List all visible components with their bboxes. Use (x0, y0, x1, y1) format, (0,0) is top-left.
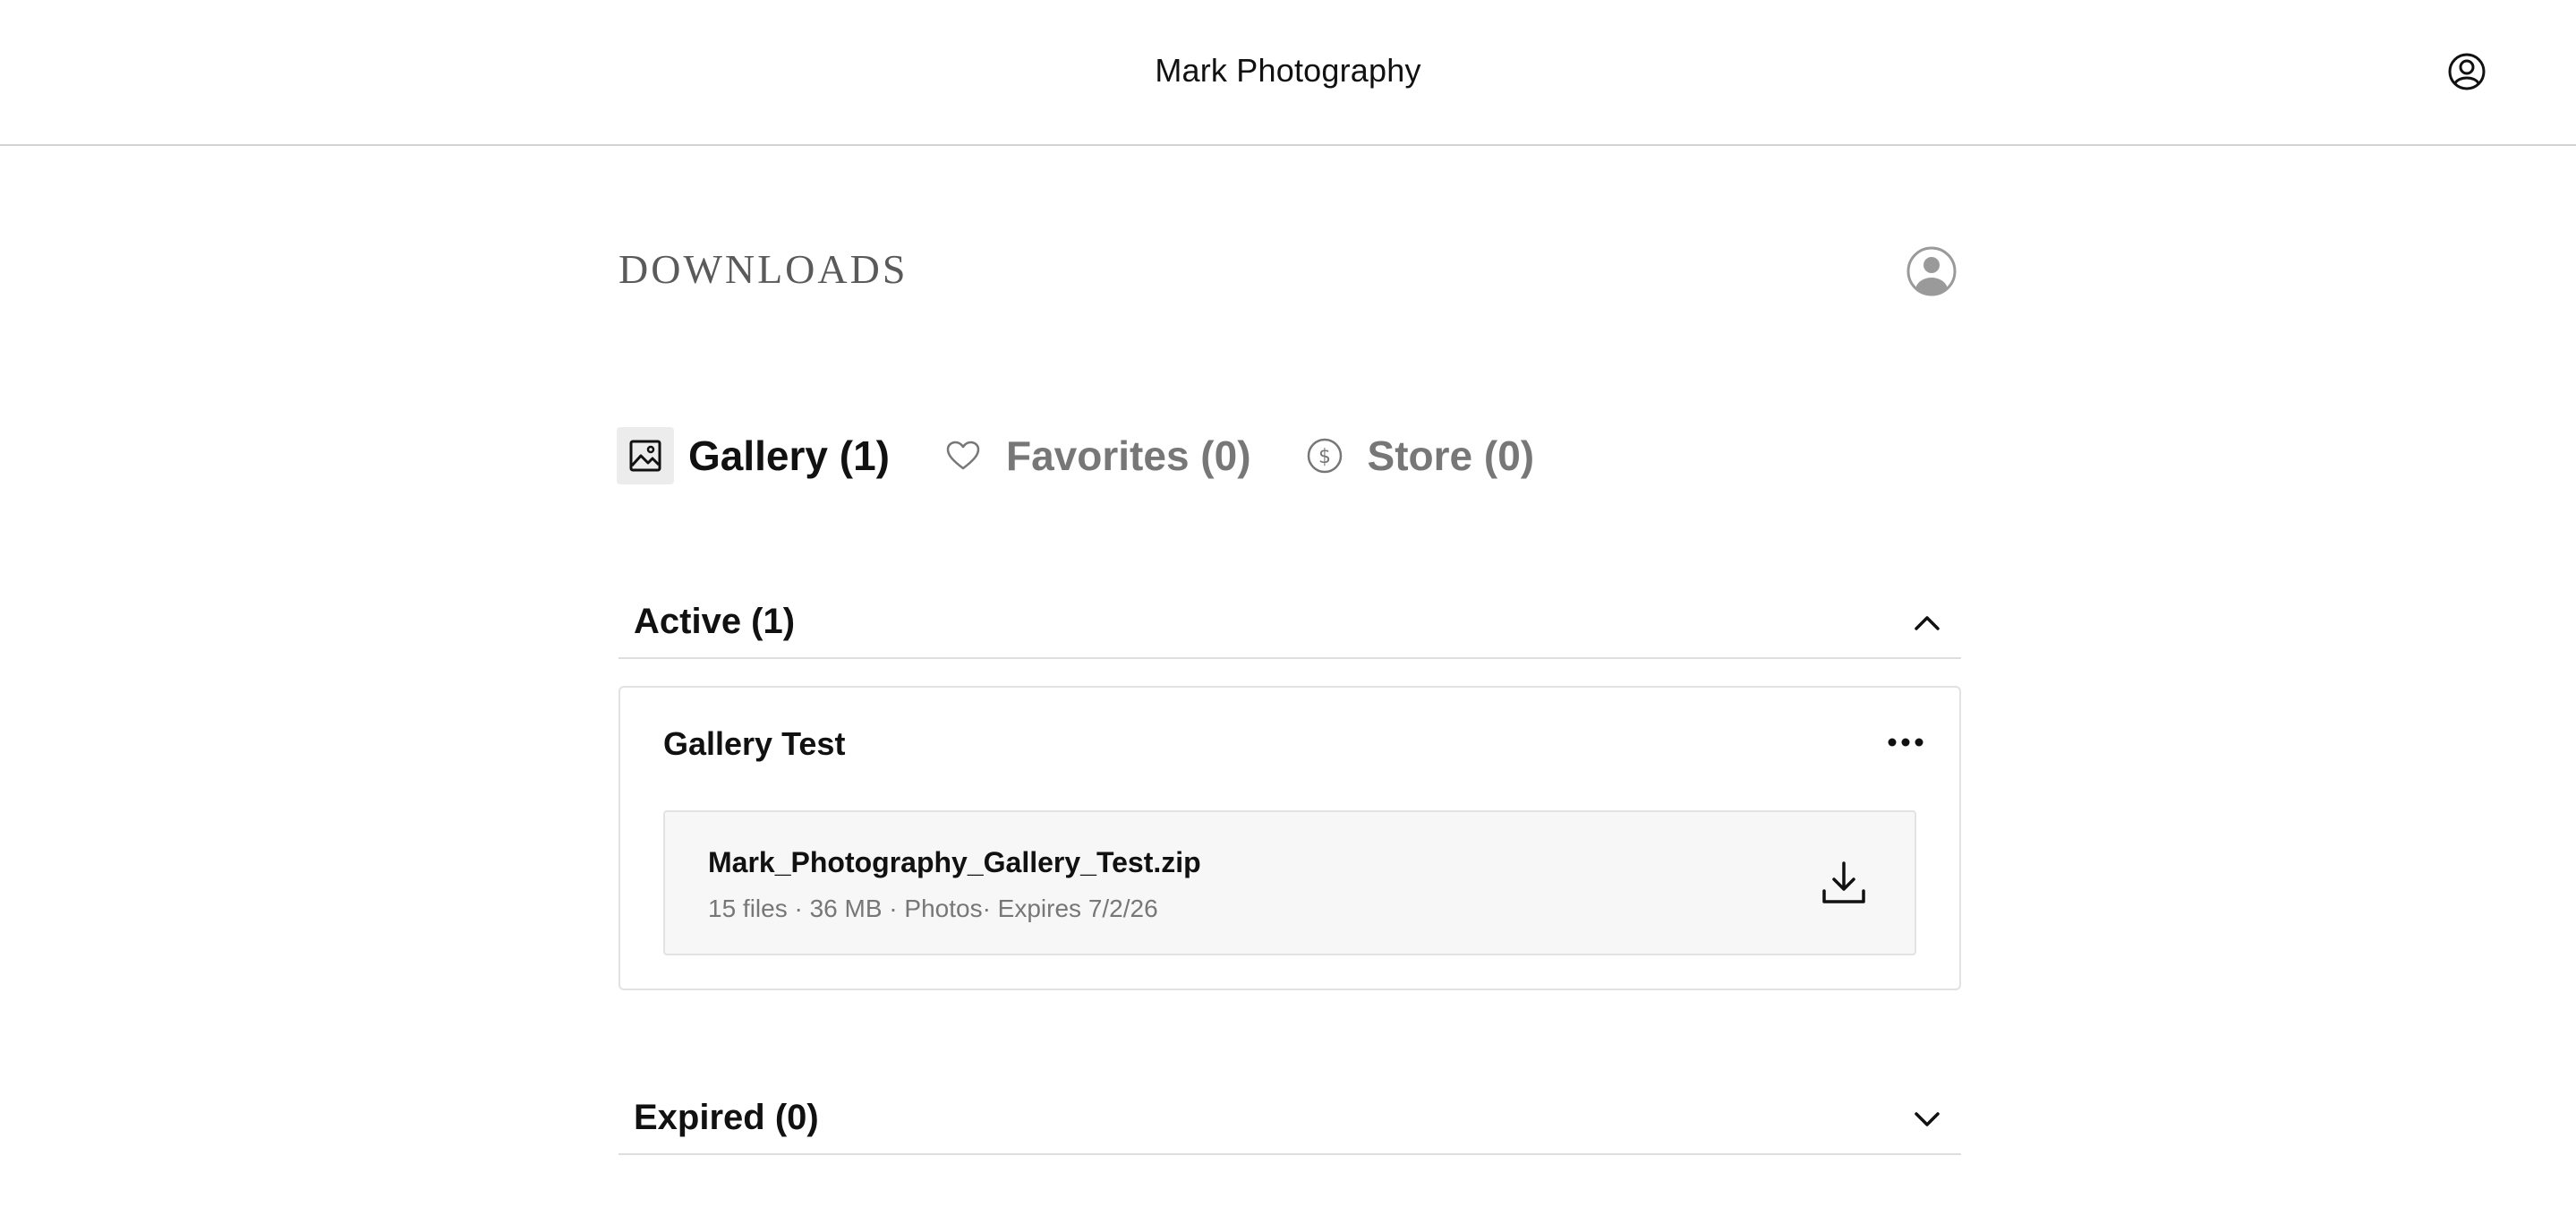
card-menu-button[interactable] (1886, 732, 1925, 752)
expired-section-header[interactable]: Expired (0) (618, 1083, 1961, 1155)
tab-store-label: Store (0) (1367, 432, 1535, 479)
page-title: DOWNLOADS (618, 246, 908, 292)
download-icon (1822, 861, 1865, 903)
more-horizontal-icon (1888, 738, 1923, 747)
svg-text:$: $ (1318, 446, 1331, 468)
image-icon (629, 440, 661, 472)
tab-favorites[interactable]: Favorites (0) (934, 427, 1251, 484)
top-bar: Mark Photography (0, 0, 2576, 146)
chevron-up-icon[interactable] (1909, 605, 1945, 641)
dollar-circle-icon: $ (1307, 438, 1342, 474)
tab-gallery-icon-box (617, 427, 674, 484)
expired-section-title: Expired (0) (634, 1098, 819, 1137)
download-card: Gallery Test Mark_Photography_Gallery_Te… (618, 686, 1961, 990)
tab-store[interactable]: $ Store (0) (1296, 427, 1535, 484)
file-name: Mark_Photography_Gallery_Test.zip (708, 846, 1201, 878)
brand-name[interactable]: Mark Photography (0, 52, 2576, 90)
account-circle-icon (2448, 53, 2486, 90)
download-button[interactable] (1820, 859, 1868, 907)
user-avatar-icon (1906, 246, 1957, 296)
tab-favorites-label: Favorites (0) (1006, 432, 1251, 479)
file-meta: 15 files · 36 MB · Photos· Expires 7/2/2… (708, 895, 1158, 922)
tab-gallery[interactable]: Gallery (1) (617, 427, 890, 484)
tab-store-icon-box: $ (1296, 427, 1353, 484)
chevron-down-icon[interactable] (1909, 1101, 1945, 1137)
tab-gallery-label: Gallery (1) (688, 432, 890, 479)
tab-favorites-icon-box (934, 427, 992, 484)
active-section-title: Active (1) (634, 602, 796, 641)
download-card-title: Gallery Test (663, 725, 846, 762)
heart-icon (946, 441, 980, 470)
profile-avatar-button[interactable] (1906, 245, 1958, 297)
active-section-header[interactable]: Active (1) (618, 587, 1961, 659)
download-tabs: Gallery (1) Favorites (0) $ Store (0) (617, 427, 1579, 484)
download-file-row: Mark_Photography_Gallery_Test.zip 15 fil… (663, 810, 1916, 955)
account-button[interactable] (2447, 52, 2486, 91)
